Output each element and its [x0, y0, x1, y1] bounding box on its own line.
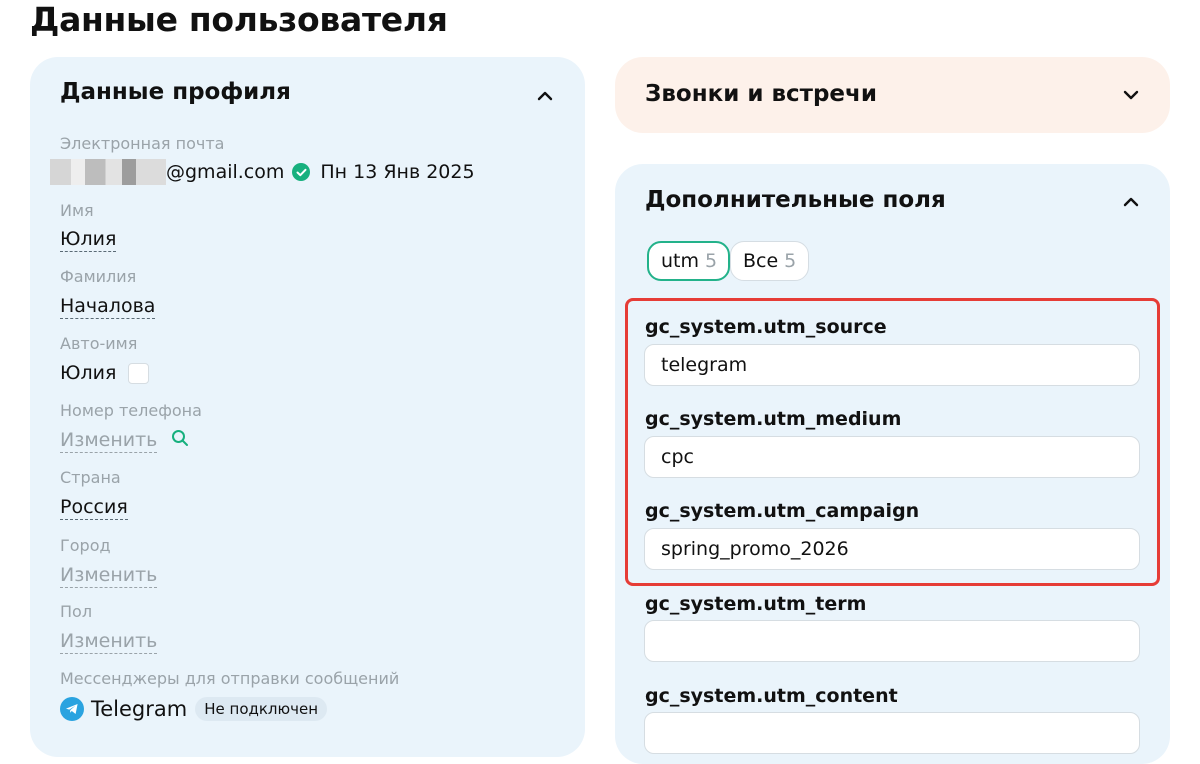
status-badge: Не подключен — [195, 697, 328, 721]
utm-term-input[interactable] — [644, 620, 1140, 662]
first-name-value[interactable]: Юлия — [60, 228, 117, 252]
auto-name-checkbox[interactable] — [128, 363, 150, 384]
phone-label: Номер телефона — [60, 401, 202, 420]
email-value: @gmail.com — [166, 161, 285, 183]
email-label: Электронная почта — [60, 134, 225, 153]
chevron-up-icon[interactable] — [534, 85, 556, 107]
tab-utm-label: utm — [661, 250, 699, 272]
tab-all[interactable]: Все 5 — [730, 241, 809, 281]
calls-card[interactable]: Звонки и встречи — [615, 57, 1170, 133]
country-label: Страна — [60, 468, 121, 487]
auto-name-value: Юлия — [60, 362, 117, 384]
email-row: @gmail.com Пн 13 Янв 2025 — [50, 158, 475, 186]
email-date: Пн 13 Янв 2025 — [320, 161, 475, 183]
gender-label: Пол — [60, 602, 93, 621]
city-edit-link[interactable]: Изменить — [60, 564, 158, 588]
last-name-value[interactable]: Началова — [60, 295, 156, 319]
highlight-frame — [625, 298, 1160, 586]
extra-fields-title: Дополнительные поля — [645, 187, 946, 213]
calls-card-title: Звонки и встречи — [645, 81, 877, 107]
first-name-label: Имя — [60, 201, 94, 220]
last-name-label: Фамилия — [60, 267, 137, 286]
utm-term-label: gc_system.utm_term — [645, 593, 867, 615]
city-label: Город — [60, 536, 111, 555]
utm-content-label: gc_system.utm_content — [645, 685, 898, 707]
telegram-label: Telegram — [91, 697, 188, 721]
tab-all-count: 5 — [784, 250, 797, 272]
telegram-icon — [60, 697, 84, 721]
telegram-row: Telegram Не подключен — [60, 697, 328, 721]
chevron-down-icon[interactable] — [1120, 84, 1142, 106]
country-value[interactable]: Россия — [60, 496, 128, 520]
tab-utm[interactable]: utm 5 — [647, 241, 730, 281]
messengers-label: Мессенджеры для отправки сообщений — [60, 669, 400, 688]
auto-name-label: Авто-имя — [60, 334, 138, 353]
utm-content-input[interactable] — [644, 712, 1140, 754]
tab-all-label: Все — [743, 250, 779, 272]
verified-check-icon — [292, 163, 311, 181]
profile-card-title: Данные профиля — [60, 79, 291, 105]
tab-utm-count: 5 — [705, 250, 718, 272]
page-title: Данные пользователя — [30, 0, 448, 39]
profile-card: Данные профиля Электронная почта @gmail.… — [30, 57, 585, 757]
gender-edit-link[interactable]: Изменить — [60, 630, 158, 654]
chevron-up-icon[interactable] — [1120, 191, 1142, 213]
search-icon[interactable] — [171, 428, 189, 454]
redacted-email-blur — [50, 159, 166, 185]
phone-edit-link[interactable]: Изменить — [60, 429, 158, 453]
